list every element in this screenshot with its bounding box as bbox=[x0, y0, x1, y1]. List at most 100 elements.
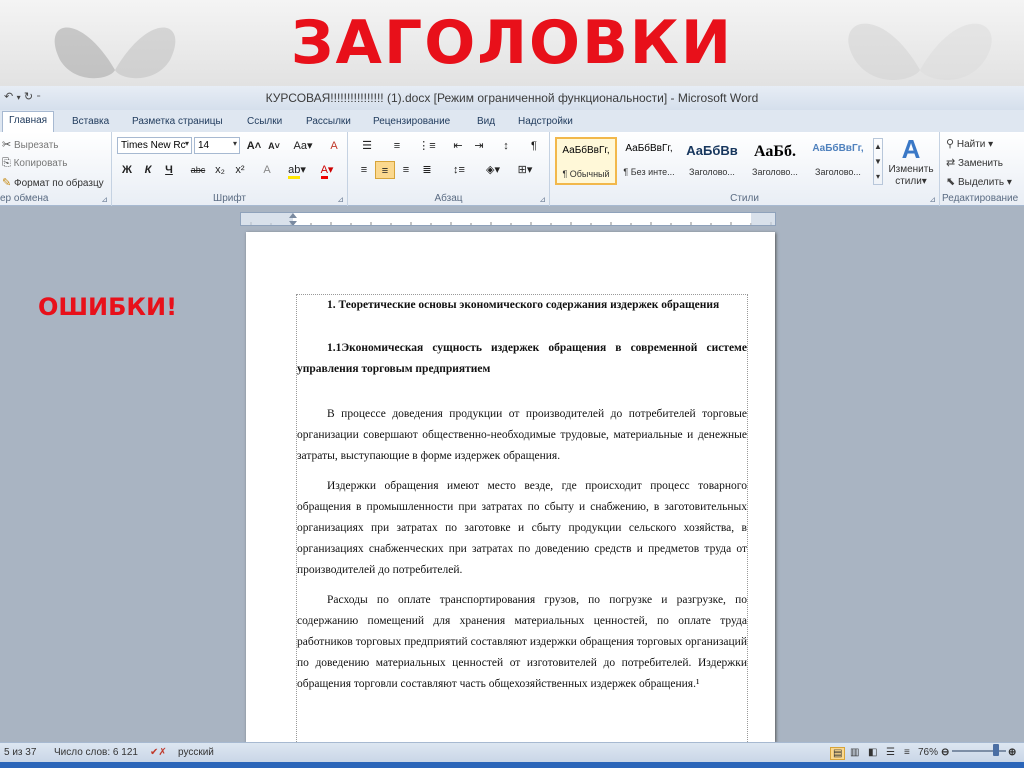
tab-mailings[interactable]: Рассылки bbox=[300, 113, 357, 130]
web-layout-icon[interactable]: ◧ bbox=[868, 747, 877, 758]
print-layout-icon[interactable]: ▤ bbox=[830, 747, 846, 760]
change-case-icon: Aa bbox=[293, 140, 307, 152]
select-button[interactable]: ⬉ Выделить ▾ bbox=[946, 175, 1012, 188]
ribbon-tabs: Главная Вставка Разметка страницы Ссылки… bbox=[0, 110, 1024, 132]
change-styles-button[interactable]: A Изменить стили▾ bbox=[886, 134, 936, 188]
draft-view-icon[interactable]: ≡ bbox=[904, 747, 910, 758]
sort-icon: ↕ bbox=[503, 140, 509, 152]
more-styles-icon[interactable]: ▾ bbox=[876, 172, 880, 181]
italic-icon: К bbox=[144, 164, 152, 176]
cut-button[interactable]: ✂ Вырезать bbox=[2, 138, 58, 151]
style-no-spacing[interactable]: АаБбВвГг, ¶ Без инте... bbox=[618, 137, 680, 185]
format-painter-button[interactable]: ✎ Формат по образцу bbox=[2, 176, 104, 189]
justify-button[interactable]: ≣ bbox=[417, 161, 437, 179]
italic-button[interactable]: К bbox=[138, 161, 158, 179]
tab-home[interactable]: Главная bbox=[2, 111, 55, 132]
line-spacing-button[interactable]: ↕≡ bbox=[446, 161, 472, 179]
zoom-in-icon[interactable]: ⊕ bbox=[1008, 747, 1016, 758]
grow-font-button[interactable]: A˄ bbox=[244, 137, 264, 155]
style-normal[interactable]: АаБбВвГг, ¶ Обычный bbox=[555, 137, 617, 185]
body-paragraph[interactable]: Издержки обращения имеют место везде, гд… bbox=[297, 476, 747, 581]
zoom-slider-thumb[interactable] bbox=[993, 744, 999, 756]
copy-button[interactable]: ⎘ Копировать bbox=[2, 157, 67, 170]
shrink-font-button[interactable]: A˅ bbox=[264, 137, 284, 155]
proofing-icon[interactable]: ✔✗ bbox=[150, 747, 167, 758]
styles-scroll-control[interactable]: ▲ ▼ ▾ bbox=[873, 138, 883, 185]
ribbon: ✂ Вырезать ⎘ Копировать ✎ Формат по обра… bbox=[0, 132, 1024, 206]
style-heading-2[interactable]: АаБб. Заголово... bbox=[744, 137, 806, 185]
zoom-level[interactable]: 76% bbox=[918, 747, 938, 758]
horizontal-ruler[interactable] bbox=[240, 212, 776, 226]
sort-button[interactable]: ↕ bbox=[496, 137, 516, 155]
dialog-launcher-icon[interactable]: ⊿ bbox=[337, 195, 344, 204]
tab-view[interactable]: Вид bbox=[471, 113, 501, 130]
tab-insert[interactable]: Вставка bbox=[66, 113, 115, 130]
superscript-button[interactable]: x² bbox=[230, 161, 250, 179]
strikethrough-button[interactable]: abc bbox=[188, 161, 208, 179]
dialog-launcher-icon[interactable]: ⊿ bbox=[539, 195, 546, 204]
document-page[interactable]: 1. Теоретические основы экономического с… bbox=[246, 232, 775, 742]
style-heading-1[interactable]: АаБбВв Заголово... bbox=[681, 137, 743, 185]
font-size-select[interactable]: 14 ▾ bbox=[194, 137, 240, 154]
line-spacing-icon: ↕≡ bbox=[453, 164, 465, 176]
align-left-button[interactable]: ≡ bbox=[354, 161, 374, 179]
font-color-button[interactable]: A▾ bbox=[314, 161, 340, 179]
superscript-icon: x² bbox=[235, 164, 245, 176]
tab-page-layout[interactable]: Разметка страницы bbox=[126, 113, 229, 130]
body-paragraph[interactable]: Расходы по оплате транспортирования груз… bbox=[297, 590, 747, 695]
slide-title: ЗАГОЛОВКИ bbox=[290, 8, 734, 78]
align-center-button[interactable]: ≡ bbox=[375, 161, 395, 179]
cut-label: Вырезать bbox=[14, 140, 59, 151]
page-counter[interactable]: 5 из 37 bbox=[4, 747, 36, 758]
heading-level-1[interactable]: 1. Теоретические основы экономического с… bbox=[297, 295, 747, 316]
highlight-button[interactable]: ab▾ bbox=[284, 161, 310, 179]
shading-button[interactable]: ◈▾ bbox=[480, 161, 506, 179]
scroll-up-icon[interactable]: ▲ bbox=[874, 142, 882, 151]
chevron-down-icon: ▾ bbox=[232, 139, 237, 148]
borders-icon: ⊞ bbox=[517, 164, 527, 176]
dialog-launcher-icon[interactable]: ⊿ bbox=[101, 195, 108, 204]
change-case-button[interactable]: Aa▾ bbox=[290, 137, 316, 155]
select-cursor-icon: ⬉ bbox=[946, 176, 956, 188]
language-indicator[interactable]: русский bbox=[178, 747, 214, 758]
body-paragraph[interactable]: В процессе доведения продукции от произв… bbox=[297, 404, 747, 467]
tab-addins[interactable]: Надстройки bbox=[512, 113, 579, 130]
outline-view-icon[interactable]: ☰ bbox=[886, 747, 895, 758]
borders-button[interactable]: ⊞▾ bbox=[512, 161, 538, 179]
multilevel-list-button[interactable]: ⋮≡ bbox=[414, 137, 440, 155]
zoom-out-icon[interactable]: ⊖ bbox=[941, 747, 949, 758]
highlighter-icon: ab bbox=[288, 164, 301, 179]
multilevel-list-icon: ⋮≡ bbox=[418, 140, 436, 152]
style-sample: АаБб. bbox=[754, 143, 796, 160]
increase-indent-button[interactable]: ⇥ bbox=[469, 137, 489, 155]
copy-icon: ⎘ bbox=[2, 157, 11, 169]
style-heading-3[interactable]: АаБбВвГг, Заголово... bbox=[807, 137, 869, 185]
clear-formatting-button[interactable]: A bbox=[324, 137, 344, 155]
dialog-launcher-icon[interactable]: ⊿ bbox=[929, 195, 936, 204]
decrease-indent-button[interactable]: ⇤ bbox=[448, 137, 468, 155]
replace-button[interactable]: ⇄ Заменить bbox=[946, 156, 1003, 169]
word-count[interactable]: Число слов: 6 121 bbox=[54, 747, 138, 758]
bold-button[interactable]: Ж bbox=[117, 161, 137, 179]
full-screen-reading-icon[interactable]: ▥ bbox=[850, 747, 859, 758]
tab-references[interactable]: Ссылки bbox=[241, 113, 288, 130]
tab-review[interactable]: Рецензирование bbox=[367, 113, 456, 130]
underline-button[interactable]: Ч bbox=[159, 161, 179, 179]
subscript-button[interactable]: x₂ bbox=[210, 161, 230, 179]
scroll-down-icon[interactable]: ▼ bbox=[874, 157, 882, 166]
style-sample: АаБбВвГг, bbox=[625, 143, 673, 154]
heading-level-2[interactable]: 1.1Экономическая сущность издержек обращ… bbox=[297, 338, 747, 380]
find-button[interactable]: ⚲ Найти ▾ bbox=[946, 137, 993, 150]
styles-group-label: Стили bbox=[730, 193, 759, 204]
chevron-down-icon: ▾ bbox=[184, 139, 189, 148]
text-effects-button[interactable]: A bbox=[257, 161, 277, 179]
numbering-button[interactable]: ≡ bbox=[384, 137, 410, 155]
font-name-select[interactable]: Times New Rc ▾ bbox=[117, 137, 192, 154]
align-right-button[interactable]: ≡ bbox=[396, 161, 416, 179]
numbering-icon: ≡ bbox=[393, 140, 401, 152]
show-marks-button[interactable]: ¶ bbox=[524, 137, 544, 155]
bullets-button[interactable]: ☰ bbox=[354, 137, 380, 155]
format-painter-label: Формат по образцу bbox=[14, 178, 104, 189]
copy-label: Копировать bbox=[13, 158, 68, 169]
increase-indent-icon: ⇥ bbox=[474, 140, 484, 152]
